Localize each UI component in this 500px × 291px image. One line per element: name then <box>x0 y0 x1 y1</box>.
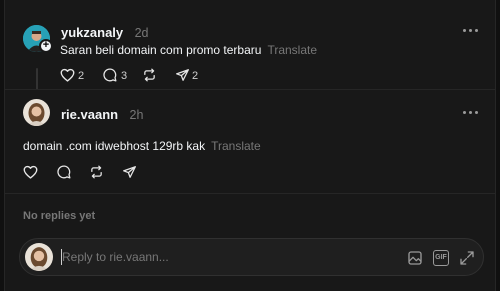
more-dot <box>463 29 466 32</box>
post-reply-count: 3 <box>121 70 128 82</box>
send-icon <box>123 166 136 178</box>
no-replies-text: No replies yet <box>23 210 96 222</box>
send-icon <box>176 69 189 81</box>
post-username[interactable]: yukzanaly <box>61 25 123 40</box>
post-like-count: 2 <box>78 70 85 82</box>
gif-label: GIF <box>435 254 447 261</box>
more-dot <box>475 111 478 114</box>
repost-icon <box>144 68 155 82</box>
more-dot <box>469 111 472 114</box>
reply-text: domain .com idwebhost 129rb kak <box>23 139 206 153</box>
comment-icon <box>103 68 117 82</box>
avatar-rie-vaann[interactable] <box>23 99 50 126</box>
reply-input[interactable] <box>62 248 362 266</box>
heart-icon <box>23 165 38 179</box>
reply-username[interactable]: rie.vaann <box>61 107 118 122</box>
reply-like-button[interactable] <box>23 165 38 179</box>
follow-plus-icon[interactable]: + <box>39 39 53 53</box>
post-repost-button[interactable] <box>142 68 157 82</box>
image-icon <box>408 251 422 265</box>
post-more-button[interactable] <box>462 26 482 36</box>
post-comment-button[interactable] <box>103 68 117 82</box>
comment-icon <box>57 165 71 179</box>
composer-avatar <box>25 243 53 271</box>
reply-header: rie.vaann 2h <box>61 106 143 124</box>
post-header: yukzanaly 2d <box>61 24 149 42</box>
post-share-count: 2 <box>192 70 199 82</box>
post-translate-link[interactable]: Translate <box>267 43 317 57</box>
reply-translate-link[interactable]: Translate <box>211 139 261 153</box>
avatar-image <box>23 99 50 126</box>
reply-text-row: domain .com idwebhost 129rb kak Translate <box>23 139 261 153</box>
repost-icon <box>91 165 102 179</box>
reply-time[interactable]: 2h <box>130 108 144 122</box>
attach-image-button[interactable] <box>407 250 423 266</box>
more-dot <box>463 111 466 114</box>
thread-line <box>36 68 38 90</box>
expand-icon <box>460 251 474 265</box>
expand-composer-button[interactable] <box>459 250 475 266</box>
avatar-image <box>25 243 53 271</box>
post-text-row: Saran beli domain com promo terbaru Trans… <box>60 43 317 57</box>
post-share-button[interactable] <box>175 68 190 82</box>
reply-composer[interactable]: GIF <box>19 238 484 276</box>
thread-card: + yukzanaly 2d Saran beli domain com pro… <box>4 0 496 291</box>
reply-repost-button[interactable] <box>89 165 104 179</box>
post-like-button[interactable] <box>60 68 75 82</box>
more-dot <box>469 29 472 32</box>
gif-button[interactable]: GIF <box>433 250 449 266</box>
heart-icon <box>60 68 75 82</box>
post-text: Saran beli domain com promo terbaru <box>60 43 262 57</box>
post-time[interactable]: 2d <box>135 26 149 40</box>
divider <box>5 193 495 194</box>
divider <box>5 89 495 90</box>
more-dot <box>475 29 478 32</box>
reply-comment-button[interactable] <box>57 165 71 179</box>
reply-more-button[interactable] <box>462 108 482 118</box>
reply-share-button[interactable] <box>122 165 137 179</box>
